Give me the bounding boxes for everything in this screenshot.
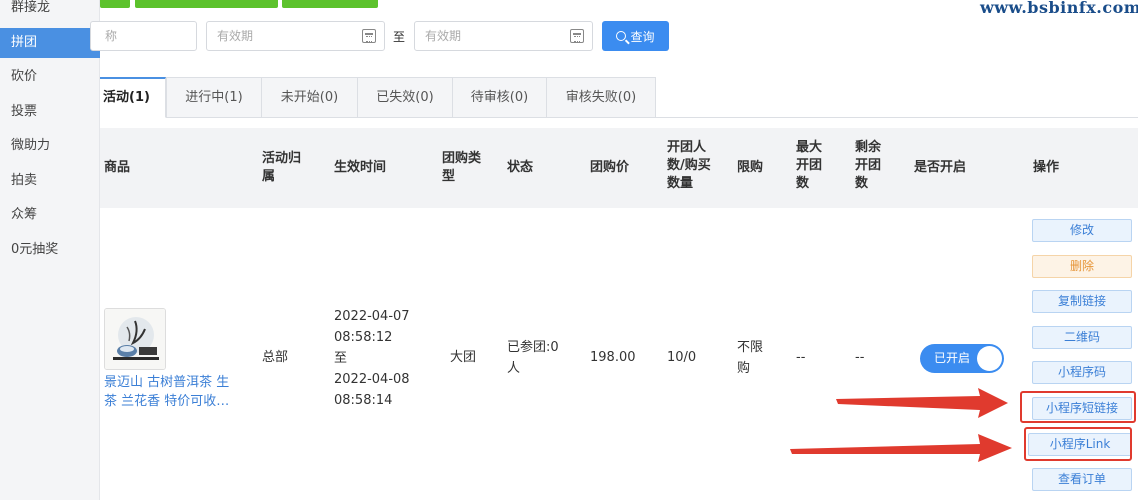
arrow-icon bbox=[836, 388, 1008, 418]
annotation-arrows bbox=[790, 388, 1012, 462]
arrow-icon bbox=[790, 434, 1012, 462]
watermark: www.bsbinfx.com bbox=[980, 0, 1138, 17]
